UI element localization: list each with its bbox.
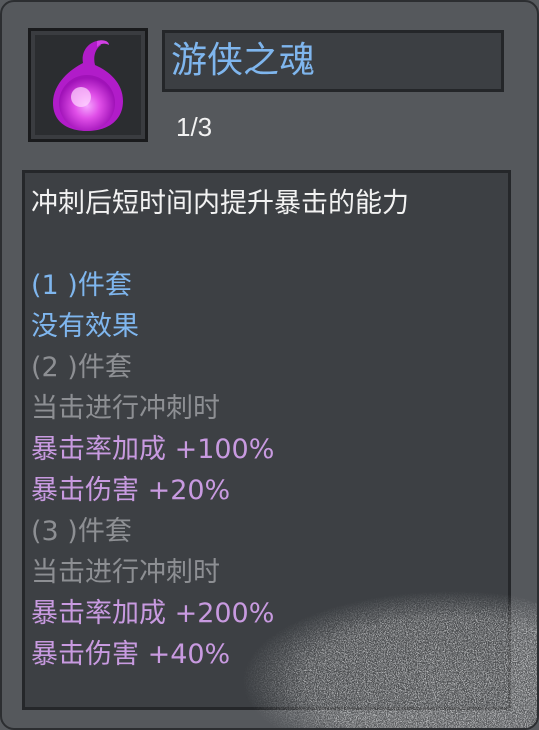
- magenta-soul-flame-icon: [53, 40, 123, 131]
- description-lines: 冲刺后短时间内提升暴击的能力 (1 )件套 没有效果 (2 )件套 当击进行冲刺…: [31, 183, 501, 675]
- item-count: 1/3: [176, 112, 213, 142]
- tier-2-condition: 当击进行冲刺时: [31, 393, 220, 424]
- item-tooltip-panel: 游侠之魂 1/3 冲刺后短时间内提升暴击的能力 (1 )件套 没有效果 (2 )…: [0, 0, 539, 730]
- tier-2-header: (2 )件套: [31, 352, 132, 383]
- tier-2-crit-damage: 暴击伤害 +20%: [31, 475, 231, 506]
- tier-3-crit-rate: 暴击率加成 +200%: [31, 598, 275, 629]
- tier-3-crit-damage: 暴击伤害 +40%: [31, 639, 231, 670]
- item-icon-frame: [28, 28, 148, 142]
- tier-1-effect: 没有效果: [31, 311, 139, 342]
- item-title-box: 游侠之魂: [162, 30, 504, 92]
- item-description-box: 冲刺后短时间内提升暴击的能力 (1 )件套 没有效果 (2 )件套 当击进行冲刺…: [22, 170, 511, 710]
- tier-3-condition: 当击进行冲刺时: [31, 557, 220, 588]
- tier-2-crit-rate: 暴击率加成 +100%: [31, 434, 275, 465]
- item-description: 冲刺后短时间内提升暴击的能力: [31, 188, 409, 219]
- tier-3-header: (3 )件套: [31, 516, 132, 547]
- item-name: 游侠之魂: [171, 40, 316, 81]
- tier-1-header: (1 )件套: [31, 270, 132, 301]
